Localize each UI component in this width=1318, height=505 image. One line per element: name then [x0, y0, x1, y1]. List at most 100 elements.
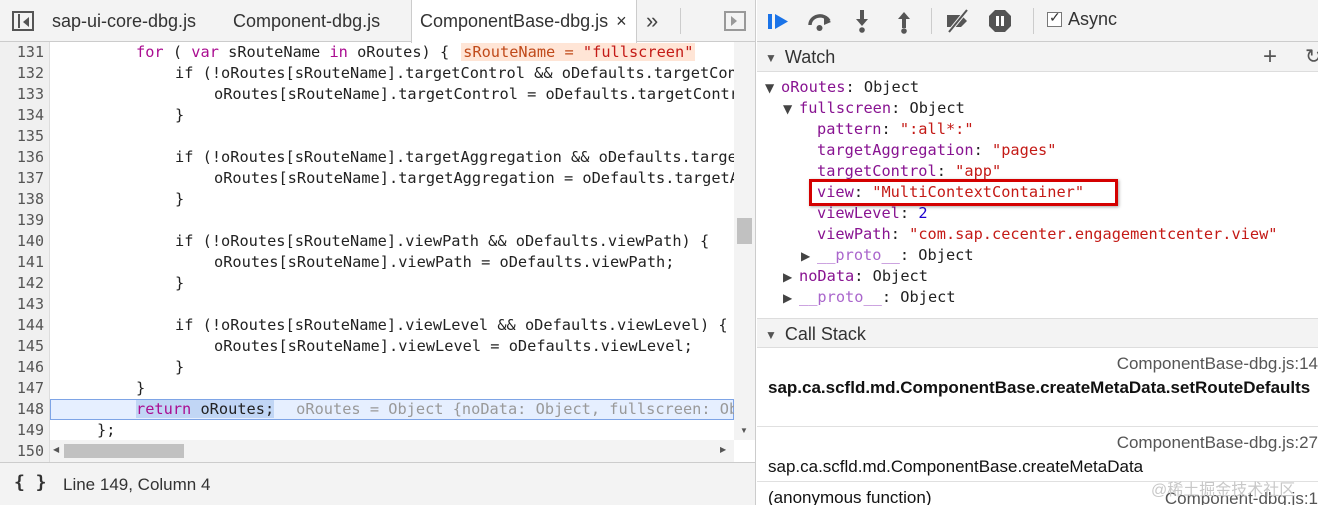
scrollbar-thumb[interactable] — [64, 444, 184, 458]
line-number[interactable]: 147 — [0, 378, 44, 399]
code-line: for ( var sRouteName in oRoutes) {sRoute… — [56, 42, 734, 63]
collapsed-triangle-icon[interactable]: ▶ — [801, 246, 817, 267]
resume-icon[interactable] — [763, 6, 793, 36]
scroll-down-icon[interactable]: ▼ — [740, 426, 748, 435]
line-number[interactable]: 144 — [0, 315, 44, 336]
line-number[interactable]: 145 — [0, 336, 44, 357]
horizontal-scrollbar[interactable]: ◀ ▶ — [50, 440, 734, 462]
code-line: } — [175, 274, 185, 292]
code-line: }; — [97, 421, 116, 439]
step-into-icon[interactable] — [847, 6, 877, 36]
step-out-icon[interactable] — [889, 6, 919, 36]
watch-entry-fullscreen[interactable]: ▼ fullscreen: Object — [783, 98, 965, 119]
add-watch-button[interactable]: + — [1263, 42, 1277, 72]
call-frame-location[interactable]: ComponentBase-dbg.js:27 — [757, 433, 1318, 453]
vertical-scrollbar[interactable]: ▼ — [734, 42, 755, 440]
line-number[interactable]: 141 — [0, 252, 44, 273]
inline-evaluation: oRoutes = Object {noData: Object, fullsc… — [296, 400, 734, 418]
property-value: "com.sap.cecenter.engagementcenter.view" — [909, 225, 1278, 243]
call-frame-location[interactable]: ComponentBase-dbg.js:14 — [757, 354, 1318, 374]
collapsed-triangle-icon[interactable]: ▶ — [783, 267, 799, 288]
watch-section-header[interactable]: ▼ Watch + ↻ — [757, 42, 1318, 72]
property-value: "app" — [955, 162, 1002, 180]
annotation-highlight-box — [809, 179, 1118, 206]
scroll-right-icon[interactable]: ▶ — [720, 445, 726, 454]
checkbox-icon[interactable] — [1047, 9, 1062, 27]
line-number[interactable]: 150 — [0, 441, 44, 462]
collapse-triangle-icon[interactable]: ▼ — [765, 43, 777, 73]
code-line: } — [175, 358, 185, 376]
inline-variable-string: "fullscreen" — [582, 43, 694, 61]
cursor-position: Line 149, Column 4 — [63, 475, 211, 494]
scroll-left-icon[interactable]: ◀ — [53, 445, 59, 454]
pretty-print-button[interactable]: { } — [14, 472, 47, 493]
expanded-triangle-icon[interactable]: ▼ — [783, 99, 799, 120]
refresh-watch-button[interactable]: ↻ — [1305, 42, 1318, 72]
close-icon[interactable]: × — [616, 11, 627, 31]
pause-on-exceptions-icon[interactable] — [985, 6, 1015, 36]
step-over-icon[interactable] — [805, 6, 835, 36]
line-number[interactable]: 140 — [0, 231, 44, 252]
line-number[interactable]: 131 — [0, 42, 44, 63]
code-text: sRouteName — [218, 43, 330, 61]
code-line: if (!oRoutes[sRouteName].targetAggregati… — [175, 148, 734, 166]
line-number[interactable]: 134 — [0, 105, 44, 126]
code-text: oRoutes; — [191, 400, 275, 418]
property-name: __proto__ — [817, 246, 900, 264]
line-number[interactable]: 138 — [0, 189, 44, 210]
file-tab-component[interactable]: Component-dbg.js — [233, 0, 380, 42]
line-number[interactable]: 137 — [0, 168, 44, 189]
collapsed-triangle-icon[interactable]: ▶ — [783, 288, 799, 309]
property-name: oRoutes — [781, 78, 846, 96]
toggle-navigator-icon[interactable] — [12, 11, 34, 31]
file-tab-label: Component-dbg.js — [233, 11, 381, 31]
inline-variable-name: sRouteName = — [463, 43, 583, 61]
property-name: viewPath — [817, 225, 891, 243]
divider — [931, 8, 932, 34]
file-tab-bar: sap-ui-core-dbg.js Component-dbg.js Comp… — [0, 0, 755, 43]
line-number[interactable]: 133 — [0, 84, 44, 105]
file-tab-componentbase[interactable]: ComponentBase-dbg.js × — [411, 0, 637, 43]
watch-entry-oroutes[interactable]: ▼ oRoutes: Object — [765, 77, 919, 98]
file-tab-sap-ui-core[interactable]: sap-ui-core-dbg.js — [52, 0, 196, 42]
call-frame-function[interactable]: sap.ca.scfld.md.ComponentBase.createMeta… — [768, 456, 1318, 478]
line-number[interactable]: 135 — [0, 126, 44, 147]
line-number[interactable]: 143 — [0, 294, 44, 315]
line-number[interactable]: 139 — [0, 210, 44, 231]
code-line: oRoutes[sRouteName].viewLevel = oDefault… — [214, 337, 693, 355]
expanded-triangle-icon[interactable]: ▼ — [765, 78, 781, 99]
collapse-triangle-icon[interactable]: ▼ — [765, 320, 777, 350]
property-value: "pages" — [991, 141, 1057, 159]
watch-property-proto[interactable]: ▶ __proto__: Object — [783, 287, 956, 308]
watch-title: Watch — [784, 47, 836, 67]
call-stack-section-header[interactable]: ▼ Call Stack — [757, 318, 1318, 348]
code-keyword: var — [191, 43, 219, 61]
call-stack-title: Call Stack — [784, 324, 866, 344]
inline-variable-value: sRouteName = "fullscreen" — [461, 43, 696, 61]
watch-property-proto[interactable]: ▶ __proto__: Object — [801, 245, 974, 266]
watch-property-viewpath[interactable]: viewPath: "com.sap.cecenter.engagementce… — [817, 224, 1278, 245]
toggle-debugger-icon[interactable] — [724, 11, 746, 31]
watch-property-viewlevel[interactable]: viewLevel: 2 — [817, 203, 928, 224]
watch-entry-nodata[interactable]: ▶ noData: Object — [783, 266, 928, 287]
line-number[interactable]: 136 — [0, 147, 44, 168]
property-value: : Object — [845, 78, 920, 96]
deactivate-breakpoints-icon[interactable] — [943, 6, 973, 36]
call-frame-function[interactable]: sap.ca.scfld.md.ComponentBase.createMeta… — [768, 377, 1318, 399]
divider — [757, 426, 1318, 427]
property-value: : Object — [854, 267, 928, 285]
property-value: : Object — [891, 99, 965, 117]
line-number[interactable]: 149 — [0, 420, 44, 441]
scrollbar-thumb[interactable] — [737, 218, 752, 244]
editor-status-bar: { } Line 149, Column 4 — [0, 462, 755, 505]
more-tabs-icon[interactable]: » — [646, 0, 658, 42]
line-number[interactable]: 148 — [0, 399, 44, 420]
line-number[interactable]: 142 — [0, 273, 44, 294]
async-checkbox[interactable]: Async — [1047, 9, 1117, 30]
watch-property-pattern[interactable]: pattern: ":all*:" — [817, 119, 974, 140]
watch-property-targetaggregation[interactable]: targetAggregation: "pages" — [817, 140, 1056, 161]
property-name: noData — [799, 267, 855, 285]
code-editor[interactable]: 131 132 133 134 135 136 137 138 139 140 … — [0, 42, 755, 462]
line-number[interactable]: 132 — [0, 63, 44, 84]
line-number[interactable]: 146 — [0, 357, 44, 378]
